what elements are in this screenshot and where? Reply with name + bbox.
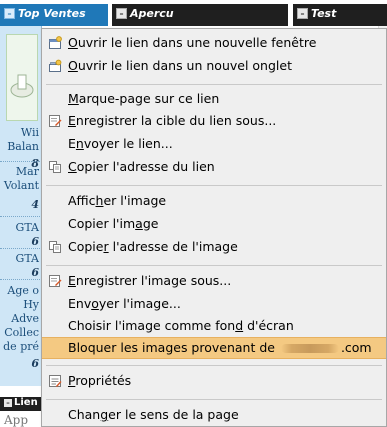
menu-item-copy-image[interactable]: Copier l'image (42, 213, 386, 235)
item-line: Mar (15, 165, 39, 178)
item-line: Volant (3, 179, 39, 192)
item-line: Hy (23, 298, 39, 311)
item-line: Collec (4, 326, 39, 339)
menu-separator (46, 399, 382, 400)
menu-item-send-image[interactable]: Envoyer l'image... (42, 293, 386, 315)
list-item[interactable]: Mar Volant 4 (0, 165, 41, 212)
tab-apercu[interactable]: – Apercu (112, 4, 288, 26)
item-number: 6 (31, 266, 39, 279)
menu-separator (46, 185, 382, 186)
divider (0, 216, 41, 217)
save-icon (49, 275, 62, 287)
redacted-domain (280, 344, 339, 353)
tab-label: Lien (14, 397, 38, 408)
product-thumbnail[interactable] (6, 34, 38, 121)
menu-item-change-page-direction[interactable]: Changer le sens de la page (42, 404, 386, 426)
menu-item-save-image-as[interactable]: Enregistrer l'image sous... (42, 270, 386, 292)
properties-icon (49, 375, 62, 387)
item-number: 4 (31, 198, 39, 211)
item-line: GTA (15, 252, 39, 265)
menu-item-view-image[interactable]: Afficher l'image (42, 190, 386, 212)
menu-separator (46, 265, 382, 266)
menu-item-open-new-window[interactable]: Ouvrir le lien dans une nouvelle fenêtre (42, 32, 386, 54)
item-line: GTA (15, 221, 39, 234)
copy-icon (49, 241, 61, 253)
bottom-text: App (4, 413, 29, 427)
top-ventes-panel: Wii Balan 8 Mar Volant 4 GTA 6 GTA 6 Age… (0, 26, 42, 386)
menu-item-send-link[interactable]: Envoyer le lien... (42, 133, 386, 155)
divider (0, 279, 41, 280)
list-item[interactable]: Age o Hy Adve Collec de pré 6 (0, 284, 41, 371)
list-item[interactable]: GTA 6 (0, 221, 41, 249)
tab-label: Top Ventes (18, 7, 86, 20)
new-tab-icon (49, 59, 62, 72)
minus-icon[interactable]: – (116, 8, 127, 19)
tab-top-ventes[interactable]: – Top Ventes (0, 4, 108, 26)
minus-icon[interactable]: – (4, 8, 15, 19)
tab-liens[interactable]: – Lien (0, 397, 42, 411)
item-line: Balan (7, 140, 39, 153)
context-menu: Ouvrir le lien dans une nouvelle fenêtre… (41, 28, 387, 427)
divider (0, 248, 41, 249)
copy-icon (49, 161, 61, 173)
menu-item-copy-image-address[interactable]: Copier l'adresse de l'image (42, 236, 386, 258)
item-line: de pré (3, 340, 39, 353)
menu-item-block-images[interactable]: Bloquer les images provenant de .com (42, 337, 386, 359)
divider (0, 161, 41, 162)
item-line: Adve (11, 312, 39, 325)
save-icon (49, 115, 62, 127)
item-line: Wii (20, 126, 39, 139)
menu-separator (46, 84, 382, 85)
menu-item-copy-link-address[interactable]: Copier l'adresse du lien (42, 156, 386, 178)
tab-label: Test (311, 7, 337, 20)
menu-item-bookmark-link[interactable]: Marque-page sur ce lien (42, 88, 386, 110)
menu-item-properties[interactable]: Propriétés (42, 370, 386, 392)
menu-item-open-new-tab[interactable]: Ouvrir le lien dans un nouvel onglet (42, 55, 386, 77)
item-number: 6 (31, 235, 39, 248)
minus-icon[interactable]: – (297, 8, 308, 19)
item-number: 6 (31, 357, 39, 370)
tab-label: Apercu (130, 7, 174, 20)
menu-item-set-as-wallpaper[interactable]: Choisir l'image comme fond d'écran (42, 315, 386, 337)
minus-icon[interactable]: – (4, 399, 12, 407)
menu-item-save-link-as[interactable]: Enregistrer la cible du lien sous... (42, 110, 386, 132)
list-item[interactable]: GTA 6 (0, 252, 41, 280)
menu-separator (46, 365, 382, 366)
tab-test[interactable]: – Test (293, 4, 387, 26)
new-window-icon (49, 36, 62, 49)
item-line: Age o (7, 284, 39, 297)
